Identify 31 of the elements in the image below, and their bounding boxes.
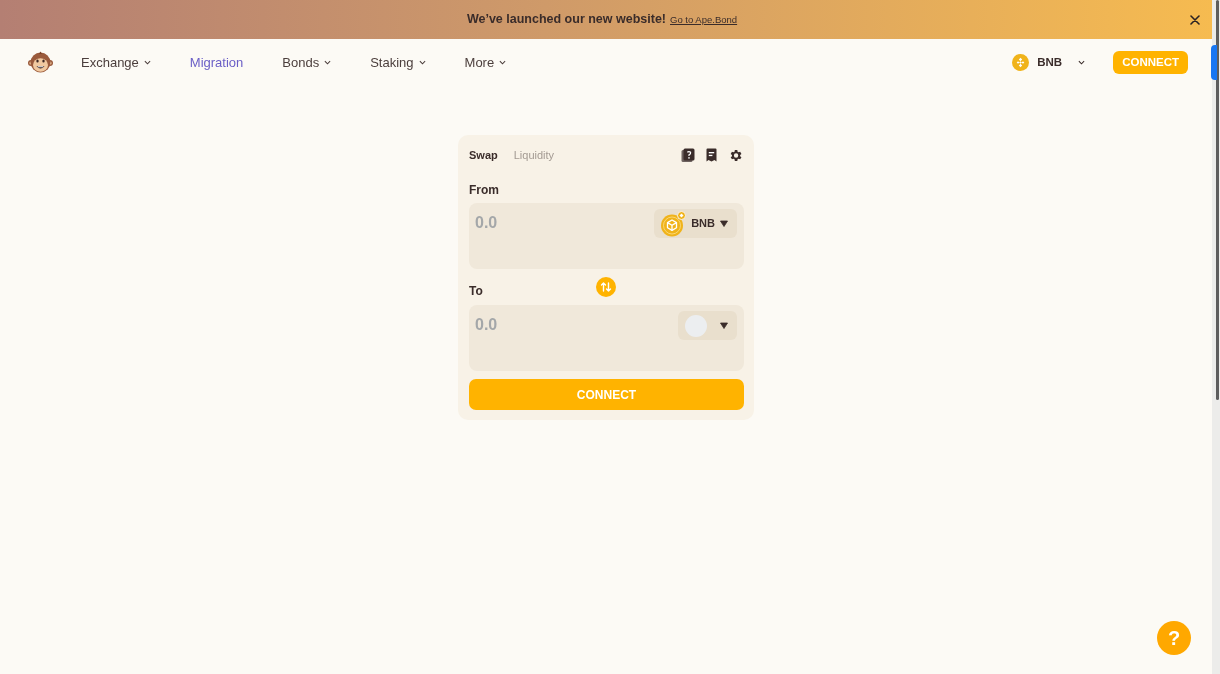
chevron-down-icon — [1078, 60, 1086, 65]
receipt-icon[interactable] — [706, 148, 717, 162]
caret-down-icon — [720, 322, 728, 329]
empty-token-icon — [685, 314, 707, 337]
amount-input[interactable]: 0.0 — [475, 209, 625, 237]
field-label: To — [469, 283, 483, 300]
network-selector[interactable]: BNB — [1012, 53, 1086, 72]
chevron-down-icon — [324, 60, 332, 65]
close-icon — [1190, 14, 1200, 25]
chevron-down-icon — [418, 60, 426, 65]
bnb-token-icon — [661, 210, 687, 237]
help-book-icon[interactable] — [681, 148, 695, 162]
field-label: From — [469, 182, 500, 199]
scrollbar-thumb[interactable] — [1216, 0, 1219, 400]
announcement-text: We’ve launched our new website! — [466, 11, 666, 29]
bnb-icon — [1012, 54, 1030, 71]
chevron-down-icon — [499, 60, 507, 65]
monkey-logo-icon[interactable] — [28, 50, 53, 75]
caret-down-icon — [720, 220, 728, 227]
nav-link[interactable]: Migration — [189, 52, 244, 73]
close-button[interactable] — [1190, 14, 1200, 25]
nav-link[interactable]: Exchange — [81, 52, 151, 73]
chevron-down-icon — [143, 60, 151, 65]
token-selector[interactable]: BNB — [654, 209, 737, 238]
settings-icon[interactable] — [728, 147, 743, 163]
tab[interactable]: Swap — [469, 146, 498, 164]
nav-link[interactable]: More — [464, 52, 507, 73]
website-link[interactable]: Go to Ape.Bond — [670, 13, 738, 28]
nav-link[interactable]: Bonds — [282, 52, 332, 73]
amount-input[interactable]: 0.0 — [475, 311, 625, 339]
nav-link[interactable]: Staking — [370, 52, 426, 73]
